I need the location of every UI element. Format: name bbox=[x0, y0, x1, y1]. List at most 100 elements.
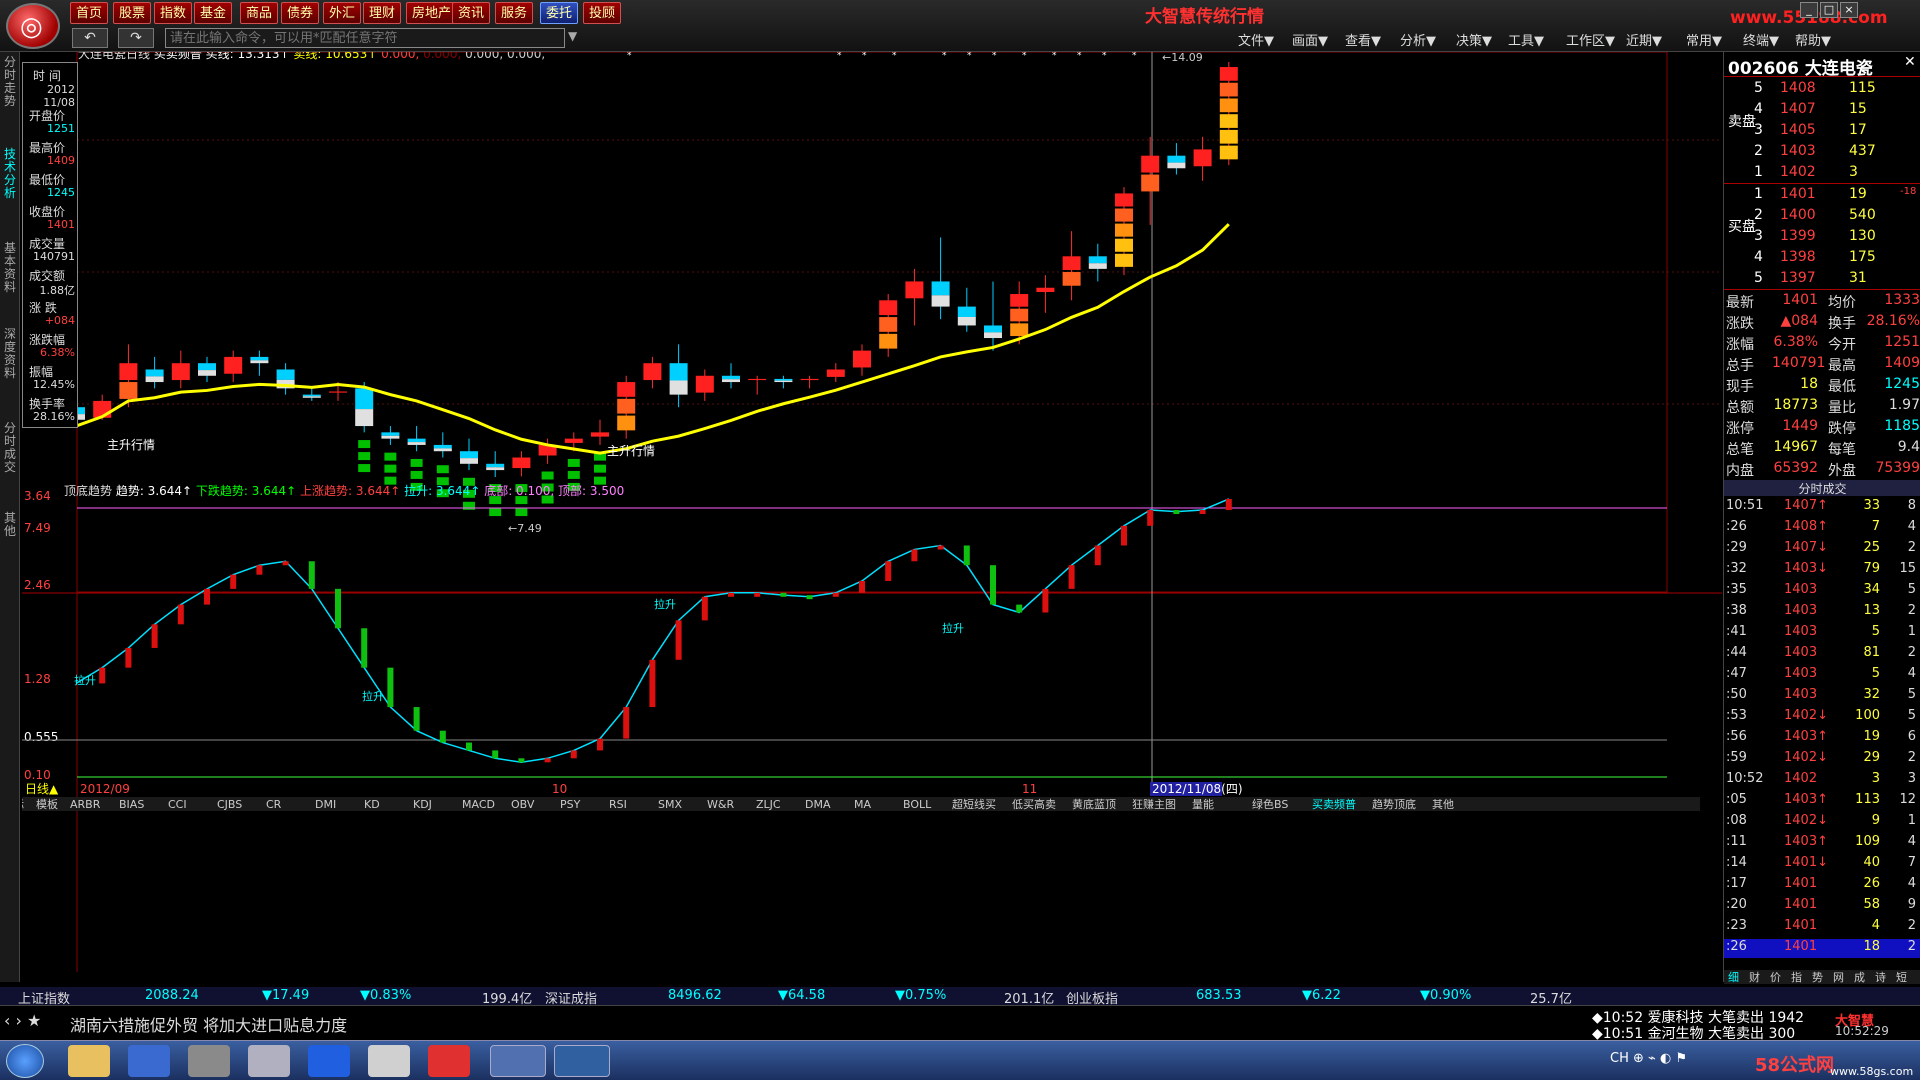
indicator-tab[interactable]: 绿色BS bbox=[1252, 797, 1288, 811]
ticker-item[interactable]: ▼64.58 bbox=[778, 988, 825, 1003]
quote-tab[interactable]: 网 bbox=[1833, 970, 1844, 986]
close-button[interactable]: × bbox=[1840, 2, 1858, 18]
close-quote-icon[interactable]: ✕ bbox=[1904, 54, 1916, 70]
indicator-tab[interactable]: MA bbox=[854, 798, 871, 811]
top-menu-0[interactable]: 文件▼ bbox=[1238, 30, 1274, 49]
menu-11[interactable]: 委托 bbox=[540, 2, 579, 24]
menu-1[interactable]: 股票 bbox=[113, 2, 152, 24]
trades-title[interactable]: 分时成交 bbox=[1724, 480, 1920, 496]
forward-button[interactable]: ↷ bbox=[118, 28, 154, 48]
sell-price[interactable]: 1402 bbox=[1780, 164, 1816, 180]
buy-price[interactable]: 1399 bbox=[1780, 228, 1816, 244]
menu-3[interactable]: 基金 bbox=[194, 2, 233, 24]
menu-0[interactable]: 首页 bbox=[70, 2, 109, 24]
indicator-tab[interactable]: CR bbox=[266, 798, 282, 811]
indicator-tab[interactable]: 量能 bbox=[1192, 797, 1214, 811]
menu-12[interactable]: 投顾 bbox=[583, 2, 622, 24]
maximize-button[interactable]: □ bbox=[1820, 2, 1838, 18]
chart-area[interactable]: 大连电瓷日线 买卖频普 买线: 13.313↑ 卖线: 10.653↑ 0.00… bbox=[22, 52, 1722, 982]
ticker-item[interactable]: ▼0.75% bbox=[895, 988, 946, 1003]
buy-price[interactable]: 1398 bbox=[1780, 249, 1816, 265]
nav-2[interactable]: 基本资料 bbox=[2, 242, 18, 294]
folder-icon[interactable] bbox=[68, 1045, 110, 1077]
top-menu-1[interactable]: 画面▼ bbox=[1292, 30, 1328, 49]
menu-5[interactable]: 债券 bbox=[281, 2, 320, 24]
indicator-tab[interactable]: BOLL bbox=[903, 798, 932, 811]
top-menu-2[interactable]: 查看▼ bbox=[1345, 30, 1381, 49]
indicator-tab[interactable]: BIAS bbox=[119, 798, 144, 811]
indicator-tab[interactable]: KD bbox=[364, 798, 380, 811]
menu-7[interactable]: 理财 bbox=[363, 2, 402, 24]
indicator-tab[interactable]: 黄底蓝顶 bbox=[1072, 797, 1116, 811]
sell-price[interactable]: 1403 bbox=[1780, 143, 1816, 159]
indicator-tab[interactable]: 其他 bbox=[1432, 798, 1454, 811]
menu-6[interactable]: 外汇 bbox=[323, 2, 362, 24]
sell-price[interactable]: 1407 bbox=[1780, 101, 1816, 117]
indicator-tab[interactable]: 模板 bbox=[36, 797, 58, 811]
top-menu-3[interactable]: 分析▼ bbox=[1400, 30, 1436, 49]
indicator-tab[interactable]: CCI bbox=[168, 798, 187, 811]
app-g-icon[interactable] bbox=[308, 1045, 350, 1077]
ticker-item[interactable]: ▼0.90% bbox=[1420, 988, 1471, 1003]
nav-0[interactable]: 分时走势 bbox=[2, 56, 18, 108]
indicator-tab[interactable]: OBV bbox=[511, 798, 535, 811]
buy-price[interactable]: 1400 bbox=[1780, 207, 1816, 223]
indicator-tab[interactable]: 买卖频普 bbox=[1312, 797, 1356, 811]
menu-9[interactable]: 资讯 bbox=[452, 2, 491, 24]
indicator-tab[interactable]: 指标 bbox=[22, 797, 24, 811]
quote-tab[interactable]: 短 bbox=[1896, 970, 1907, 986]
quote-tab[interactable]: 诗 bbox=[1875, 970, 1886, 986]
app-logo[interactable]: ◎ bbox=[6, 3, 60, 49]
ticker-item[interactable]: 8496.62 bbox=[668, 988, 722, 1003]
news-nav-icon[interactable]: ‹ › ★ bbox=[4, 1011, 41, 1030]
menu-4[interactable]: 商品 bbox=[240, 2, 279, 24]
indicator-tab[interactable]: DMI bbox=[315, 798, 336, 811]
nav-4[interactable]: 分时成交 bbox=[2, 422, 18, 474]
start-button[interactable] bbox=[6, 1044, 44, 1078]
tools-icon[interactable] bbox=[188, 1045, 230, 1077]
quote-tab[interactable]: 财 bbox=[1749, 970, 1760, 986]
top-menu-6[interactable]: 工作区▼ bbox=[1566, 30, 1615, 49]
menu-2[interactable]: 指数 bbox=[154, 2, 193, 24]
chart-app-icon[interactable] bbox=[428, 1045, 470, 1077]
command-dropdown-icon[interactable]: ▼ bbox=[568, 29, 577, 43]
quote-tab[interactable]: 势 bbox=[1812, 970, 1823, 986]
tray-icons[interactable]: CH ⊕ ⌁ ◐ ⚑ bbox=[1610, 1051, 1687, 1066]
minimize-button[interactable]: _ bbox=[1800, 2, 1818, 18]
indicator-tab[interactable]: 超短线买 bbox=[952, 797, 996, 811]
indicator-tab[interactable]: CJBS bbox=[217, 798, 242, 811]
top-menu-10[interactable]: 帮助▼ bbox=[1795, 30, 1831, 49]
nav-3[interactable]: 深度资料 bbox=[2, 328, 18, 380]
indicator-tab[interactable]: MACD bbox=[462, 798, 495, 811]
indicator-tab[interactable]: W&R bbox=[707, 798, 734, 811]
indicator-tab[interactable]: DMA bbox=[805, 798, 831, 811]
index-ticker[interactable]: 上证指数 2088.24 ▼17.49 ▼0.83% 199.4亿 深证成指 8496.62… bbox=[0, 987, 1920, 1007]
indicator-tab[interactable]: ARBR bbox=[70, 798, 101, 811]
sell-price[interactable]: 1405 bbox=[1780, 122, 1816, 138]
ticker-item[interactable]: ▼0.83% bbox=[360, 988, 411, 1003]
command-input[interactable] bbox=[165, 28, 565, 48]
viewer-taskbar-icon[interactable] bbox=[554, 1045, 610, 1077]
indicator-tab[interactable]: ZLJC bbox=[756, 798, 781, 811]
sell-price[interactable]: 1408 bbox=[1780, 80, 1816, 96]
word-icon[interactable] bbox=[128, 1045, 170, 1077]
indicator-tab[interactable]: 狂赚主图 bbox=[1132, 797, 1176, 811]
indicator-tab[interactable]: SMX bbox=[658, 798, 682, 811]
quote-tab[interactable]: 价 bbox=[1770, 970, 1781, 986]
ticker-item[interactable]: 683.53 bbox=[1196, 988, 1242, 1003]
ticker-item[interactable]: ▼17.49 bbox=[262, 988, 309, 1003]
ticker-item[interactable]: 2088.24 bbox=[145, 988, 199, 1003]
indicator-tab[interactable]: 趋势顶底 bbox=[1372, 797, 1416, 811]
top-menu-4[interactable]: 决策▼ bbox=[1456, 30, 1492, 49]
dzh-taskbar-icon[interactable] bbox=[490, 1045, 546, 1077]
quote-tab[interactable]: 指 bbox=[1791, 970, 1802, 986]
indicator-tab[interactable]: PSY bbox=[560, 798, 581, 811]
top-menu-8[interactable]: 常用▼ bbox=[1686, 30, 1722, 49]
quote-tab[interactable]: 成 bbox=[1854, 970, 1865, 986]
quote-tab[interactable]: 细 bbox=[1728, 970, 1739, 986]
buy-price[interactable]: 1401 bbox=[1780, 186, 1816, 202]
news-headline[interactable]: 湖南六措施促外贸 将加大进口贴息力度 bbox=[70, 1012, 347, 1036]
buy-price[interactable]: 1397 bbox=[1780, 270, 1816, 286]
nav-1[interactable]: 技术分析 bbox=[2, 148, 18, 200]
nav-5[interactable]: 其他 bbox=[2, 512, 18, 538]
